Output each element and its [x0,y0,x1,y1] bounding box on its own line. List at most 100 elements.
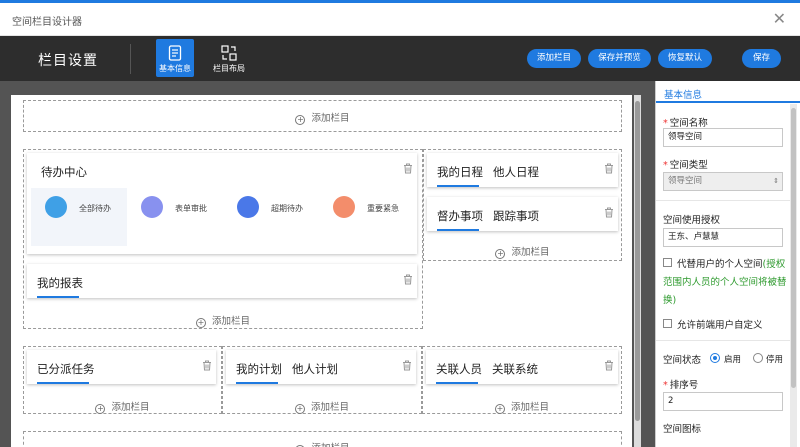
replace-personal-space-label: 代替用户的个人空间(授权 [677,259,786,270]
window-titlebar: 空间栏目设计器 ✕ [0,3,800,36]
add-column-zone-b2[interactable]: + 添加栏目 [222,399,422,414]
window-title: 空间栏目设计器 [12,17,82,28]
add-column-zone-top[interactable]: + 添加栏目 [23,110,622,125]
tab-tracking-items[interactable]: 跟踪事项 [493,209,539,223]
tab-my-reports[interactable]: 我的报表 [37,276,83,290]
space-auth-field[interactable]: 王东、卢慧慧 [663,228,783,247]
space-type-value: 领导空间 [668,176,703,186]
order-number-field[interactable]: 2 [663,392,783,411]
canvas-scroll-thumb[interactable] [635,101,640,421]
todo-center-card[interactable]: 待办中心 全部待办 表单审批 超期待办 重要紧急 [27,153,417,254]
status-disabled-label: 停用 [766,355,784,365]
trash-icon[interactable] [604,163,614,174]
active-tab-underline [437,185,479,187]
panel-tab-basic-info[interactable]: 基本信息 [664,87,702,101]
todo-highlight-area [31,188,127,246]
save-preview-button[interactable]: 保存并预览 [588,49,651,68]
close-icon[interactable]: ✕ [773,9,786,28]
save-button[interactable]: 保存 [742,49,781,68]
document-icon [168,45,182,61]
schedule-tabs: 我的日程 他人日程 [437,164,549,180]
plus-icon: + [295,115,306,125]
tab-related-systems[interactable]: 关联系统 [492,362,538,376]
allow-custom-label: 允许前端用户自定义 [677,320,763,331]
status-enabled-radio[interactable] [710,353,720,363]
tab-others-plan[interactable]: 他人计划 [292,362,338,376]
space-type-select[interactable]: 领导空间 ⇕ [663,172,783,191]
add-column-label: 添加栏目 [111,402,150,413]
tab-column-layout[interactable]: 栏目布局 [209,39,249,77]
tab-column-layout-label: 栏目布局 [213,64,245,73]
canvas-scrollbar[interactable] [634,95,641,447]
plus-icon: + [494,404,505,414]
status-disabled-radio[interactable] [753,353,763,363]
layout-icon [221,45,237,61]
layout-sheet: + 添加栏目 待办中心 全部待办 表单审批 超期待办 重要紧急 我的日程 他人日程 … [11,95,632,447]
active-tab-underline [37,296,79,298]
toolbar-heading: 栏目设置 [38,53,98,69]
supervise-tabs: 督办事项 跟踪事项 [437,208,549,224]
tab-others-schedule[interactable]: 他人日程 [493,165,539,179]
space-auth-label: 空间使用授权 [663,215,721,226]
active-tab-underline [436,382,478,384]
add-column-label: 添加栏目 [311,443,349,447]
status-enabled-label: 启用 [724,355,742,365]
panel-tab-header: 基本信息 [656,81,800,103]
todo-all-icon [45,196,67,218]
panel-scrollbar[interactable] [790,104,797,447]
todo-overdue-icon [237,196,259,218]
plus-icon: + [95,404,106,414]
trash-icon[interactable] [604,207,614,218]
plan-card[interactable]: 我的计划 他人计划 [226,350,416,384]
tab-supervise-items[interactable]: 督办事项 [437,209,483,223]
replace-note-line2: 范围内人员的个人空间将被替 [663,277,787,288]
todo-approval-icon [141,196,163,218]
active-tab-underline [236,382,278,384]
tab-basic-info[interactable]: 基本信息 [156,39,194,77]
add-column-label: 添加栏目 [211,316,250,327]
add-column-label: 添加栏目 [311,113,350,124]
order-number-label: * 排序号 [663,380,699,391]
active-tab-underline [37,382,89,384]
space-icon-label: 空间图标 [663,424,702,435]
section-divider [656,200,790,201]
add-column-zone-right[interactable]: + 添加栏目 [423,244,622,259]
plus-icon: + [495,249,506,259]
panel-scroll-thumb[interactable] [791,108,796,388]
trash-icon[interactable] [403,163,413,174]
add-column-label: 添加栏目 [511,247,550,258]
schedule-card[interactable]: 我的日程 他人日程 [427,153,618,187]
assigned-tasks-card[interactable]: 已分派任务 [27,350,216,384]
supervise-card[interactable]: 督办事项 跟踪事项 [427,197,618,231]
trash-icon[interactable] [604,360,614,371]
replace-personal-space-checkbox[interactable] [663,258,672,267]
todo-item-label: 表单审批 [175,204,207,213]
contacts-tabs: 关联人员 关联系统 [436,361,548,377]
todo-urgent-icon [333,196,355,218]
report-card[interactable]: 我的报表 [27,264,417,298]
allow-custom-checkbox[interactable] [663,319,672,328]
space-name-label: * 空间名称 [663,118,708,129]
active-tab-underline [437,229,479,231]
add-column-zone-left[interactable]: + 添加栏目 [23,313,423,328]
trash-icon[interactable] [402,360,412,371]
add-column-zone-b3[interactable]: + 添加栏目 [422,399,622,414]
contacts-card[interactable]: 关联人员 关联系统 [426,350,618,384]
add-column-zone-b1[interactable]: + 添加栏目 [23,399,222,414]
todo-item-label: 全部待办 [79,204,111,213]
add-column-label: 添加栏目 [510,402,549,413]
space-name-field[interactable]: 领导空间 [663,128,783,147]
trash-icon[interactable] [202,360,212,371]
toolbar-divider [130,44,131,74]
tab-my-schedule[interactable]: 我的日程 [437,165,483,179]
tab-related-people[interactable]: 关联人员 [436,362,482,376]
add-column-button[interactable]: 添加栏目 [527,49,581,68]
section-divider [656,340,790,341]
tab-my-plan[interactable]: 我的计划 [236,362,282,376]
trash-icon[interactable] [403,274,413,285]
tab-assigned-tasks[interactable]: 已分派任务 [37,362,95,376]
plus-icon: + [195,318,206,328]
restore-default-button[interactable]: 恢复默认 [658,49,712,68]
tasks-tabs: 已分派任务 [37,361,105,377]
add-column-zone-bottom[interactable]: +添加栏目 [23,440,622,447]
